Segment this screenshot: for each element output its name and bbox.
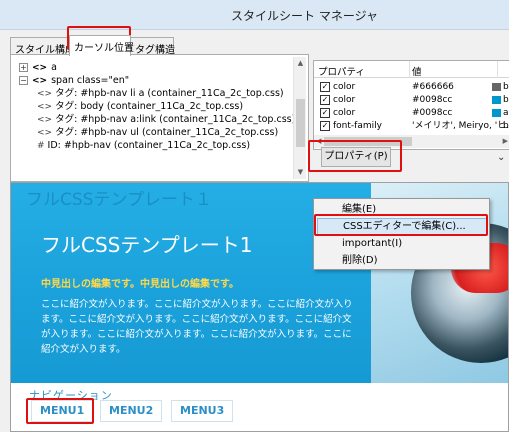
tree-node[interactable]: <> タグ: #hpb-nav ul (container_11Ca_2c_top…	[19, 126, 293, 139]
property-value: #0098cc	[412, 95, 453, 105]
enable-checkbox[interactable]: ✓	[320, 82, 330, 92]
tab-cursor-position[interactable]: カーソル位置	[69, 35, 134, 56]
menu-item-delete[interactable]: 削除(D)	[314, 252, 489, 269]
tree-node-label: タグ: body (container_11Ca_2c_top.css)	[55, 101, 244, 112]
title-bar: スタイルシート マネージャ	[0, 0, 509, 30]
tab-tag-structure[interactable]: タグ構造	[130, 37, 175, 56]
tree-node-label: span class="en"	[51, 75, 130, 86]
tree-node-label: タグ: #hpb-nav ul (container_11Ca_2c_top.c…	[55, 127, 279, 138]
tree-node-label: ID: #hpb-nav (container_11Ca_2c_top.css)	[47, 140, 251, 151]
scroll-right-icon[interactable]: ▶	[503, 135, 508, 148]
tree-node[interactable]: + <> a	[19, 61, 293, 74]
menu-item-important[interactable]: important(I)	[314, 235, 489, 252]
menu-item-edit-in-css-editor[interactable]: CSSエディターで編集(C)...	[317, 218, 487, 235]
tag-rule-icon: <>	[37, 102, 53, 112]
column-divider[interactable]	[409, 61, 410, 78]
tree-node-label: タグ: #hpb-nav li a (container_11Ca_2c_top…	[55, 88, 284, 99]
tree-node-label: タグ: #hpb-nav a:link (container_11Ca_2c_t…	[55, 114, 293, 125]
sub-heading[interactable]: 中見出しの編集です。中見出しの編集です。	[41, 275, 239, 290]
property-value: #666666	[412, 82, 454, 92]
collapse-icon[interactable]: −	[19, 76, 28, 85]
window-title: スタイルシート マネージャ	[231, 9, 378, 23]
nav-menu3[interactable]: MENU3	[171, 400, 234, 422]
property-extra: b	[503, 121, 509, 131]
column-divider[interactable]	[497, 61, 498, 78]
tag-rule-icon: <>	[37, 128, 53, 138]
property-table: プロパティ 値 ✓ color #666666 b ✓ color #0098c…	[313, 60, 509, 150]
intro-paragraph[interactable]: ここに紹介文が入ります。ここに紹介文が入ります。ここに紹介文が入ります。ここに紹…	[41, 297, 361, 357]
enable-checkbox[interactable]: ✓	[320, 121, 330, 131]
enable-checkbox[interactable]: ✓	[320, 108, 330, 118]
enable-checkbox[interactable]: ✓	[320, 95, 330, 105]
tree-node[interactable]: # ID: #hpb-nav (container_11Ca_2c_top.css…	[19, 139, 293, 152]
stylesheet-manager-window: スタイル構成 カーソル位置 タグ構造 + <> a − <> span class="e…	[0, 26, 509, 432]
property-extra: b	[503, 82, 509, 92]
value-column-header[interactable]: 値	[412, 64, 422, 78]
property-row[interactable]: ✓ font-family 'メイリオ', Meiryo, 'ヒ... b	[314, 120, 509, 132]
color-swatch	[492, 83, 501, 91]
site-title[interactable]: フルCSSテンプレート１	[26, 185, 212, 210]
property-column-header[interactable]: プロパティ	[318, 64, 365, 78]
tag-icon: <>	[32, 76, 48, 86]
tag-icon: <>	[32, 63, 48, 73]
property-value: #0098cc	[412, 108, 453, 118]
property-name: font-family	[333, 121, 382, 131]
color-swatch	[492, 109, 501, 117]
tree-node[interactable]: <> タグ: #hpb-nav li a (container_11Ca_2c_t…	[19, 87, 293, 100]
property-extra: b	[503, 95, 509, 105]
tree-node[interactable]: <> タグ: body (container_11Ca_2c_top.css)	[19, 100, 293, 113]
tree-scrollbar[interactable]: ▲ ▼	[293, 57, 306, 179]
tree-node[interactable]: <> タグ: #hpb-nav a:link (container_11Ca_2c…	[19, 113, 293, 126]
property-name: color	[333, 95, 356, 105]
scroll-up-icon[interactable]: ▲	[294, 57, 307, 70]
tree-node-label: a	[51, 62, 57, 73]
tab-style-structure[interactable]: スタイル構成	[10, 37, 75, 56]
property-value: 'メイリオ', Meiryo, 'ヒ...	[412, 121, 509, 131]
expand-icon[interactable]: +	[19, 63, 28, 72]
scroll-thumb[interactable]	[324, 137, 412, 146]
property-row[interactable]: ✓ color #0098cc a	[314, 107, 509, 119]
css-rule-tree: + <> a − <> span class="en" <> タグ: #hpb-nav l…	[19, 61, 293, 173]
tag-rule-icon: <>	[37, 115, 53, 125]
property-menu-button[interactable]: プロパティ(P)	[321, 147, 391, 167]
id-rule-icon: #	[37, 141, 45, 151]
chevron-down-icon[interactable]: ⌄	[497, 152, 505, 163]
color-swatch	[492, 96, 501, 104]
property-table-header: プロパティ 値	[314, 61, 509, 78]
scroll-down-icon[interactable]: ▼	[294, 166, 307, 179]
cursor-position-panel: + <> a − <> span class="en" <> タグ: #hpb-nav l…	[10, 54, 309, 182]
property-context-menu: 編集(E) CSSエディターで編集(C)... important(I) 削除(…	[313, 198, 490, 270]
nav-menu1[interactable]: MENU1	[31, 400, 94, 422]
property-name: color	[333, 82, 356, 92]
tree-node[interactable]: − <> span class="en"	[19, 74, 293, 87]
property-extra: a	[503, 108, 509, 118]
menu-item-edit[interactable]: 編集(E)	[314, 201, 489, 218]
tag-rule-icon: <>	[37, 89, 53, 99]
property-name: color	[333, 108, 356, 118]
nav-menu2[interactable]: MENU2	[100, 400, 163, 422]
scroll-thumb[interactable]	[296, 99, 305, 147]
main-heading[interactable]: フルCSSテンプレート1	[41, 229, 252, 258]
property-row[interactable]: ✓ color #666666 b	[314, 81, 509, 93]
property-row[interactable]: ✓ color #0098cc b	[314, 94, 509, 106]
